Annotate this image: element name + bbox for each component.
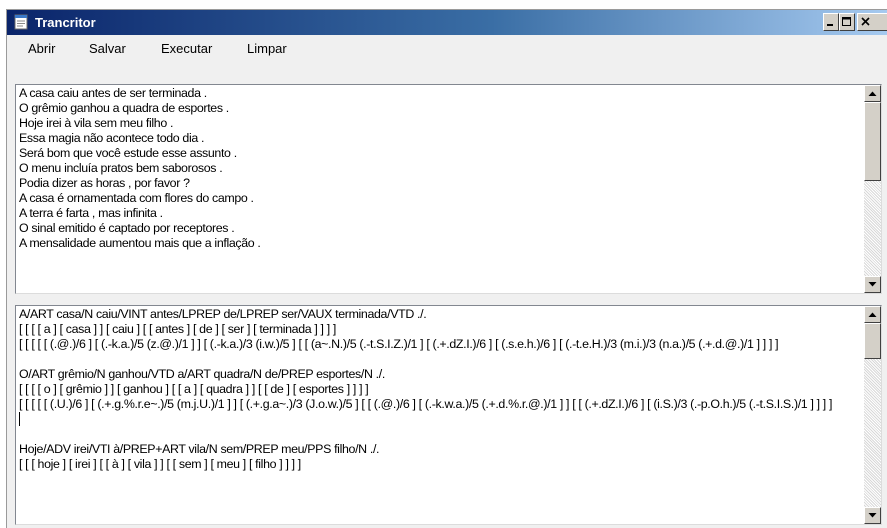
input-line: A mensalidade aumentou mais que a inflaç… (19, 236, 261, 250)
output-scroll-up-button[interactable] (864, 306, 881, 323)
output-tagged-line: Hoje/ADV irei/VTI à/PREP+ART vila/N sem/… (19, 442, 380, 456)
app-window: Trancritor Abrir Salvar Executar Limpar … (6, 9, 887, 528)
arrow-up-icon (868, 91, 877, 96)
input-line: O sinal emitido é captado por receptores… (19, 221, 235, 235)
input-line: A casa é ornamentada com flores do campo… (19, 191, 254, 205)
menu-abrir[interactable]: Abrir (28, 40, 55, 58)
input-text-area[interactable]: A casa caiu antes de ser terminada . O g… (15, 84, 882, 294)
text-caret (19, 412, 20, 426)
maximize-button[interactable] (839, 13, 855, 31)
input-line: A casa caiu antes de ser terminada . (19, 86, 207, 100)
input-scroll-down-button[interactable] (864, 276, 881, 293)
input-line: Será bom que você estude esse assunto . (19, 146, 237, 160)
output-scroll-thumb[interactable] (864, 323, 881, 359)
menu-executar[interactable]: Executar (161, 40, 212, 58)
output-tagged-line: O/ART grêmio/N ganhou/VTD a/ART quadra/N… (19, 367, 385, 381)
close-button[interactable] (857, 13, 887, 31)
title-bar[interactable]: Trancritor (7, 10, 887, 35)
output-scrollbar[interactable] (864, 306, 881, 524)
arrow-down-icon (868, 282, 877, 287)
window-title: Trancritor (35, 15, 96, 30)
menu-limpar[interactable]: Limpar (247, 40, 287, 58)
input-line: Essa magia não acontece todo dia . (19, 131, 205, 145)
arrow-down-icon (868, 513, 877, 518)
caret-line (19, 412, 857, 427)
input-scrollbar[interactable] (864, 85, 881, 293)
output-words-line: [ [ [ hoje ] [ irei ] [ [ à ] [ vila ] ]… (19, 457, 301, 471)
input-line: O menu incluía pratos bem saborosos . (19, 161, 223, 175)
output-tagged-line: A/ART casa/N caiu/VINT antes/LPREP de/LP… (19, 307, 427, 321)
output-phonetic-line: [ [ [ [ [ (.@.)/6 ] [ (.-k.a.)/5 (z.@.)/… (19, 337, 779, 351)
output-words-line: [ [ [ [ o ] [ grêmio ] ] [ ganhou ] [ [ … (19, 382, 369, 396)
menu-bar: Abrir Salvar Executar Limpar (7, 35, 887, 62)
notepad-app-icon (13, 14, 29, 30)
arrow-up-icon (868, 312, 877, 317)
input-line: Hoje irei à vila sem meu filho . (19, 116, 174, 130)
input-line: O grêmio ganhou a quadra de esportes . (19, 101, 229, 115)
input-line: A terra é farta , mas infinita . (19, 206, 163, 220)
maximize-icon (842, 17, 851, 26)
output-scroll-down-button[interactable] (864, 507, 881, 524)
minimize-icon (827, 24, 833, 26)
input-line: Podia dizer as horas , por favor ? (19, 176, 190, 190)
input-scroll-up-button[interactable] (864, 85, 881, 102)
output-text-area[interactable]: A/ART casa/N caiu/VINT antes/LPREP de/LP… (15, 305, 882, 525)
close-icon (861, 17, 870, 26)
input-scroll-thumb[interactable] (864, 102, 881, 181)
menu-salvar[interactable]: Salvar (89, 40, 126, 58)
output-phonetic-line: [ [ [ [ [ (.U.)/6 ] [ (.+.g.%.r.e~.)/5 (… (19, 397, 833, 411)
output-words-line: [ [ [ [ a ] [ casa ] ] [ caiu ] [ [ ante… (19, 322, 337, 336)
minimize-button[interactable] (823, 13, 839, 31)
